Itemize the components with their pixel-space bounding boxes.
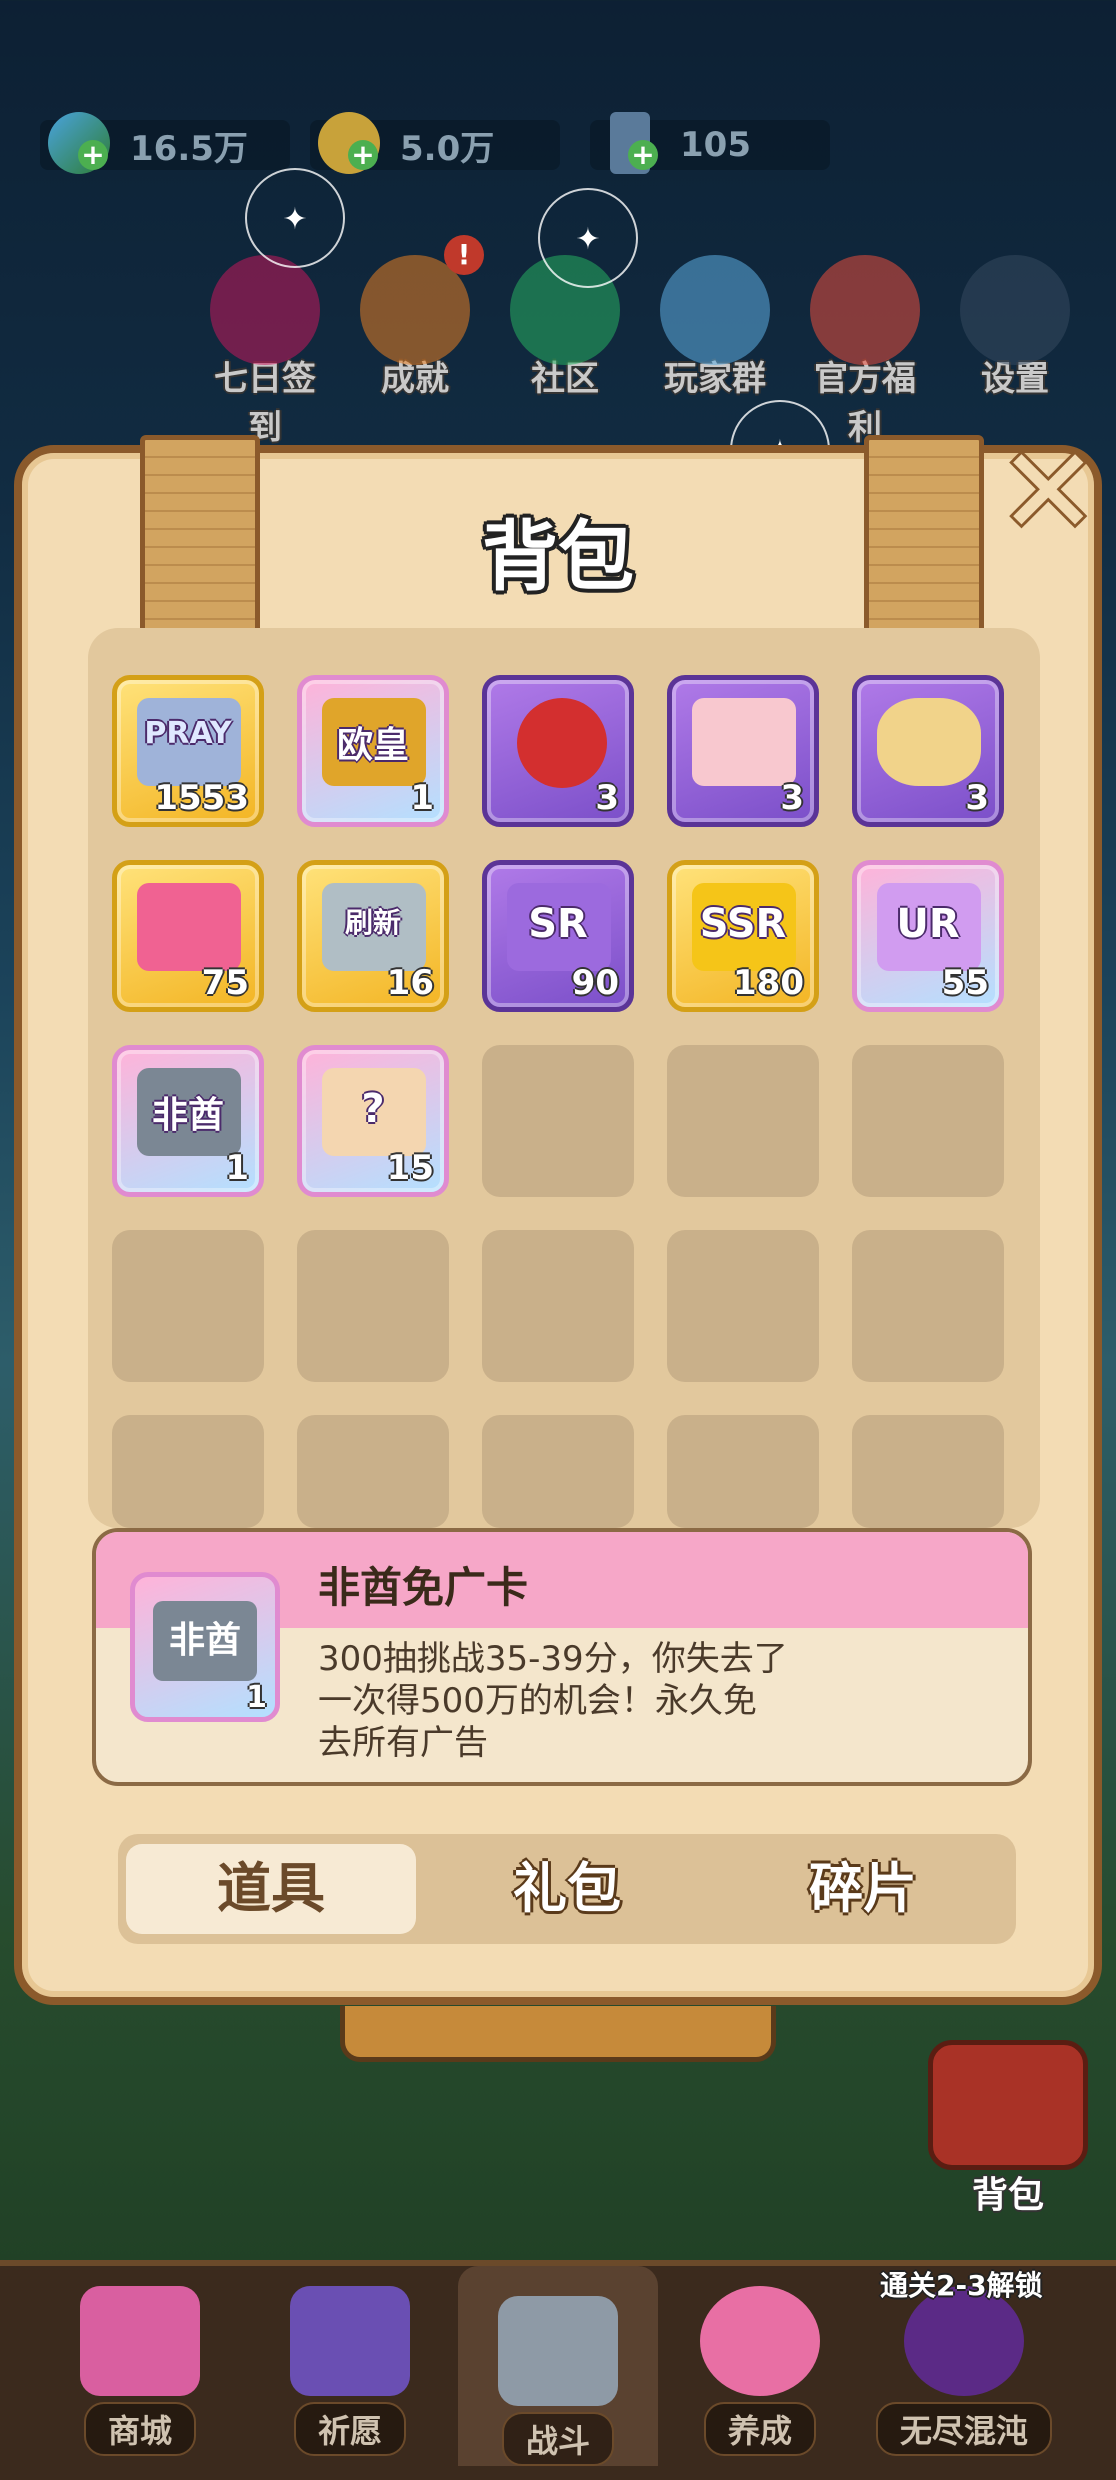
empty-slot <box>112 1230 264 1382</box>
resource-gems: + 16.5万 <box>40 112 290 174</box>
empty-slot <box>852 1230 1004 1382</box>
apple-icon <box>517 698 607 788</box>
cake-icon <box>692 698 796 786</box>
notification-badge: ! <box>444 235 484 275</box>
inventory-item[interactable]: ? 15 <box>297 1045 449 1197</box>
card-icon <box>290 2286 410 2396</box>
empty-slot <box>112 1415 264 1528</box>
coins-value: 5.0万 <box>400 128 495 169</box>
detail-item-description: 300抽挑战35-39分，你失去了一次得500万的机会！永久免去所有广告 <box>318 1639 788 1763</box>
panel-title: 背包 <box>482 512 634 601</box>
feiyou-card-icon: 非酋 <box>153 1601 257 1681</box>
inventory-item[interactable]: 非酋 1 <box>112 1045 264 1197</box>
gems-value: 16.5万 <box>130 128 248 169</box>
detail-item-name: 非酋免广卡 <box>318 1563 529 1612</box>
inventory-item[interactable]: 3 <box>667 675 819 827</box>
empty-slot <box>852 1045 1004 1197</box>
hidden-button-edge <box>340 2006 776 2062</box>
empty-slot <box>297 1415 449 1528</box>
nav-battle[interactable]: 战斗 <box>458 2266 658 2466</box>
detail-item-icon: 非酋 1 <box>130 1572 280 1722</box>
close-icon[interactable]: ✕ <box>998 433 1099 553</box>
energy-value: 105 <box>680 125 751 165</box>
nav-cultivate[interactable]: 养成 <box>660 2286 860 2480</box>
nav-wish[interactable]: 祈愿 <box>250 2286 450 2480</box>
empty-slot <box>482 1045 634 1197</box>
item-detail-card: 非酋 1 非酋免广卡 300抽挑战35-39分，你失去了一次得500万的机会！永… <box>92 1528 1032 1786</box>
inventory-item[interactable]: SSR 180 <box>667 860 819 1012</box>
add-energy-button[interactable]: + <box>628 140 658 170</box>
empty-slot <box>852 1415 1004 1528</box>
menu-player-group[interactable]: 玩家群 <box>650 255 780 400</box>
empty-slot <box>667 1045 819 1197</box>
empty-slot <box>482 1230 634 1382</box>
menu-sign-in[interactable]: 七日签到 <box>200 255 330 449</box>
swords-icon <box>498 2296 618 2406</box>
category-tabs: 道具 礼包 碎片 <box>118 1834 1016 1944</box>
chips-icon <box>877 698 981 786</box>
empty-slot <box>482 1415 634 1528</box>
pink-ticket-icon <box>137 883 241 971</box>
gift-icon <box>810 255 920 365</box>
nav-shop[interactable]: 商城 <box>40 2286 240 2480</box>
sparkle-effect: ✦ <box>245 168 345 268</box>
paw-icon <box>700 2286 820 2396</box>
tab-items[interactable]: 道具 <box>126 1844 416 1934</box>
shop-icon <box>80 2286 200 2396</box>
inventory-item[interactable]: 欧皇 1 <box>297 675 449 827</box>
inventory-item[interactable]: 75 <box>112 860 264 1012</box>
backpack-icon <box>928 2040 1088 2170</box>
inventory-item[interactable]: SR 90 <box>482 860 634 1012</box>
menu-achievements[interactable]: 成就 ! <box>350 235 484 400</box>
calendar-7-icon <box>210 255 320 365</box>
sparkle-effect: ✦ <box>538 188 638 288</box>
penguin-icon <box>660 255 770 365</box>
gear-icon <box>960 255 1070 365</box>
inventory-item[interactable]: 3 <box>482 675 634 827</box>
top-menu: 七日签到 成就 ! 社区 玩家群 官方福利 设置 <box>200 235 1080 448</box>
inventory-item[interactable]: 3 <box>852 675 1004 827</box>
empty-slot <box>667 1415 819 1528</box>
unlock-hint: 通关2-3解锁 <box>880 2269 1043 2302</box>
resource-coins: + 5.0万 <box>310 112 560 174</box>
add-coins-button[interactable]: + <box>348 140 378 170</box>
tab-fragments[interactable]: 碎片 <box>718 1844 1008 1934</box>
empty-slot <box>297 1230 449 1382</box>
resource-energy: + 105 <box>590 112 830 174</box>
inventory-item[interactable]: UR 55 <box>852 860 1004 1012</box>
menu-settings[interactable]: 设置 <box>950 255 1080 400</box>
backpack-button[interactable]: 背包 <box>928 2040 1088 2218</box>
inventory-item[interactable]: 刷新 16 <box>297 860 449 1012</box>
nav-endless-chaos[interactable]: 无尽混沌 <box>864 2286 1064 2480</box>
add-gems-button[interactable]: + <box>78 140 108 170</box>
tab-gift-packs[interactable]: 礼包 <box>422 1844 712 1934</box>
empty-slot <box>667 1230 819 1382</box>
inventory-item[interactable]: PRAY 1553 <box>112 675 264 827</box>
